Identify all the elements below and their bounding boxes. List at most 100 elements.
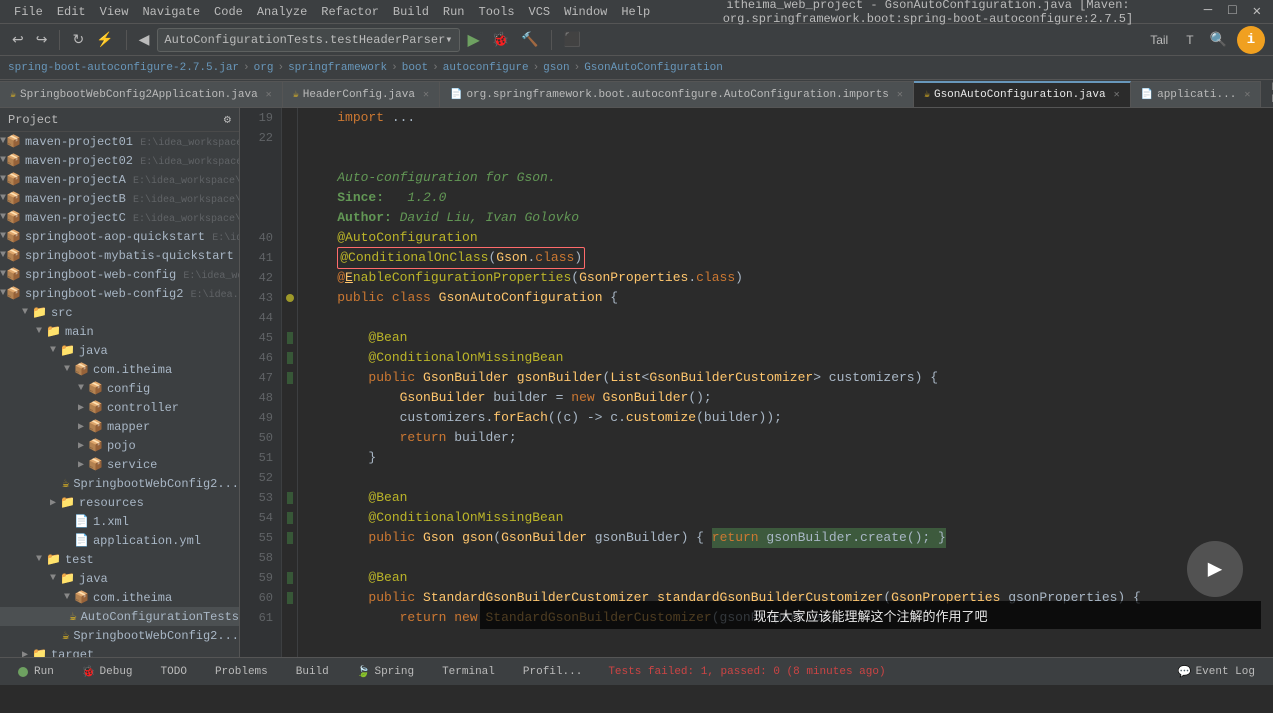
spring-tab[interactable]: 🍃 Spring	[347, 661, 424, 683]
close-tab-1[interactable]: ✕	[423, 89, 429, 101]
run-tab[interactable]: Run	[8, 662, 64, 682]
tree-item-testjava[interactable]: ▼ 📁 java	[0, 569, 239, 588]
tree-item-autoconfigtests[interactable]: ☕ AutoConfigurationTests	[0, 607, 239, 626]
code-line-54: @ConditionalOnMissingBean	[306, 508, 1265, 528]
menu-help[interactable]: Help	[615, 3, 656, 21]
back-button[interactable]: ↩	[8, 29, 28, 50]
breadcrumb-boot[interactable]: boot	[402, 62, 428, 74]
profile-tab[interactable]: Profil...	[513, 662, 592, 682]
tree-item-webconfig[interactable]: ▼ 📦 springboot-web-config E:\idea_worksp…	[0, 265, 239, 284]
avatar[interactable]: i	[1237, 26, 1265, 54]
problems-tab[interactable]: Problems	[205, 662, 278, 682]
tree-item-mybatis[interactable]: ▼ 📦 springboot-mybatis-quickstart E:\ide…	[0, 246, 239, 265]
tree-item-testcom[interactable]: ▼ 📦 com.itheima	[0, 588, 239, 607]
tree-item-src[interactable]: ▼ 📁 src	[0, 303, 239, 322]
gutter-bar-54	[287, 512, 293, 524]
package-icon: 📦	[74, 362, 89, 377]
breadcrumb-springframework[interactable]: springframework	[288, 62, 387, 74]
breadcrumb-sep-1: ›	[243, 62, 250, 74]
tree-item-pojo[interactable]: ▶ 📦 pojo	[0, 436, 239, 455]
close-button[interactable]: ✕	[1249, 3, 1265, 20]
tree-item-maven02[interactable]: ▼ 📦 maven-project02 E:\idea_workspace\it…	[0, 151, 239, 170]
tree-item-springbootwebapp[interactable]: ☕ SpringbootWebConfig2...	[0, 626, 239, 645]
todo-tab[interactable]: TODO	[151, 662, 197, 682]
breadcrumb-gson[interactable]: gson	[543, 62, 569, 74]
code-editor[interactable]: import ... Auto-configuration for Gson. …	[298, 108, 1273, 657]
close-tab-4[interactable]: ✕	[1244, 89, 1250, 101]
toolbar-separator	[59, 30, 60, 50]
tab-headerconfig[interactable]: ☕ HeaderConfig.java ✕	[283, 81, 440, 107]
menu-view[interactable]: View	[94, 3, 135, 21]
menu-code[interactable]: Code	[208, 3, 249, 21]
tab-springbootwebconfig2[interactable]: ☕ SpringbootWebConfig2Application.java ✕	[0, 81, 283, 107]
breadcrumb-class[interactable]: GsonAutoConfiguration	[584, 62, 723, 74]
tree-item-main[interactable]: ▼ 📁 main	[0, 322, 239, 341]
forward-button[interactable]: ↪	[32, 29, 52, 50]
tab-autoconfigimports[interactable]: 📄 org.springframework.boot.autoconfigure…	[440, 81, 914, 107]
close-tab-3[interactable]: ✕	[1114, 89, 1120, 101]
menu-analyze[interactable]: Analyze	[251, 3, 313, 21]
code-line-40: @AutoConfiguration	[306, 228, 1265, 248]
menu-refactor[interactable]: Refactor	[315, 3, 385, 21]
tree-label-src: src	[51, 306, 73, 320]
code-content[interactable]: 19 22 40 41 42 43 44 45 46 47 48 49 50 5…	[240, 108, 1273, 657]
tail-button[interactable]: Tail	[1144, 31, 1174, 49]
build-button[interactable]: 🔨	[517, 29, 542, 50]
tree-item-target[interactable]: ▶ 📁 target	[0, 645, 239, 657]
menu-edit[interactable]: Edit	[51, 3, 92, 21]
tab-label-2: org.springframework.boot.autoconfigure.A…	[466, 89, 888, 101]
tree-item-aop[interactable]: ▼ 📦 springboot-aop-quickstart E:\idea...	[0, 227, 239, 246]
tree-item-appyml[interactable]: 📄 application.yml	[0, 531, 239, 550]
menu-window[interactable]: Window	[558, 3, 613, 21]
debug-tab[interactable]: 🐞 Debug	[72, 661, 143, 683]
tree-item-controller[interactable]: ▶ 📦 controller	[0, 398, 239, 417]
refresh-button[interactable]: ↻	[68, 29, 88, 50]
build-tab[interactable]: Build	[286, 662, 339, 682]
run-button[interactable]: ▶	[464, 28, 484, 52]
menu-file[interactable]: File	[8, 3, 49, 21]
minimize-button[interactable]: ─	[1200, 3, 1216, 20]
event-log-tab[interactable]: 💬 Event Log	[1168, 661, 1265, 683]
sidebar-settings-icon[interactable]: ⚙	[224, 112, 231, 127]
tree-item-java[interactable]: ▼ 📁 java	[0, 341, 239, 360]
run-config-dropdown[interactable]: AutoConfigurationTests.testHeaderParser …	[157, 28, 459, 52]
maximize-button[interactable]: □	[1224, 3, 1240, 20]
tab-gsonautoconfiguration[interactable]: ☕ GsonAutoConfiguration.java ✕	[914, 81, 1131, 107]
play-overlay-button[interactable]: ▶	[1187, 541, 1243, 597]
nav-back-button[interactable]: ◀	[135, 29, 154, 50]
tree-label-resources: resources	[79, 496, 144, 510]
breadcrumb-jar[interactable]: spring-boot-autoconfigure-2.7.5.jar	[8, 62, 239, 74]
tree-item-mavenA[interactable]: ▼ 📦 maven-projectA E:\idea_workspace\ith	[0, 170, 239, 189]
translate-icon[interactable]: T	[1180, 31, 1199, 49]
menu-vcs[interactable]: VCS	[523, 3, 557, 21]
tree-item-test[interactable]: ▼ 📁 test	[0, 550, 239, 569]
menu-run[interactable]: Run	[437, 3, 471, 21]
tree-item-comitheima[interactable]: ▼ 📦 com.itheima	[0, 360, 239, 379]
menu-navigate[interactable]: Navigate	[136, 3, 206, 21]
tree-item-config[interactable]: ▼ 📦 config	[0, 379, 239, 398]
tab-application[interactable]: 📄 applicati... ✕	[1131, 81, 1262, 107]
tree-label: maven-project01 E:\idea_workspace\ith	[25, 135, 239, 149]
menu-tools[interactable]: Tools	[473, 3, 521, 21]
tree-item-springbootapp[interactable]: ☕ SpringbootWebConfig2...	[0, 474, 239, 493]
stop-button[interactable]: ⬛	[560, 29, 585, 50]
tree-item-maven01[interactable]: ▼ 📦 maven-project01 E:\idea_workspace\it…	[0, 132, 239, 151]
breadcrumb-sep-2: ›	[277, 62, 284, 74]
search-button[interactable]: 🔍	[1206, 29, 1231, 50]
tree-item-mapper[interactable]: ▶ 📦 mapper	[0, 417, 239, 436]
close-tab-2[interactable]: ✕	[897, 89, 903, 101]
tree-item-service[interactable]: ▶ 📦 service	[0, 455, 239, 474]
code-line-48: GsonBuilder builder = new GsonBuilder();	[306, 388, 1265, 408]
tree-item-mavenC[interactable]: ▼ 📦 maven-projectC E:\idea_workspace\qu	[0, 208, 239, 227]
debug-run-button[interactable]: 🐞	[488, 29, 513, 50]
breadcrumb-org[interactable]: org	[254, 62, 274, 74]
sync-button[interactable]: ⚡	[92, 29, 117, 50]
close-tab-0[interactable]: ✕	[266, 89, 272, 101]
menu-build[interactable]: Build	[387, 3, 435, 21]
terminal-tab[interactable]: Terminal	[432, 662, 505, 682]
breadcrumb-autoconfigure[interactable]: autoconfigure	[443, 62, 529, 74]
tree-item-1xml[interactable]: 📄 1.xml	[0, 512, 239, 531]
tree-item-webconfig2[interactable]: ▼ 📦 springboot-web-config2 E:\idea...	[0, 284, 239, 303]
tree-item-mavenB[interactable]: ▼ 📦 maven-projectB E:\idea_workspace\ith	[0, 189, 239, 208]
tree-item-resources[interactable]: ▶ 📁 resources	[0, 493, 239, 512]
